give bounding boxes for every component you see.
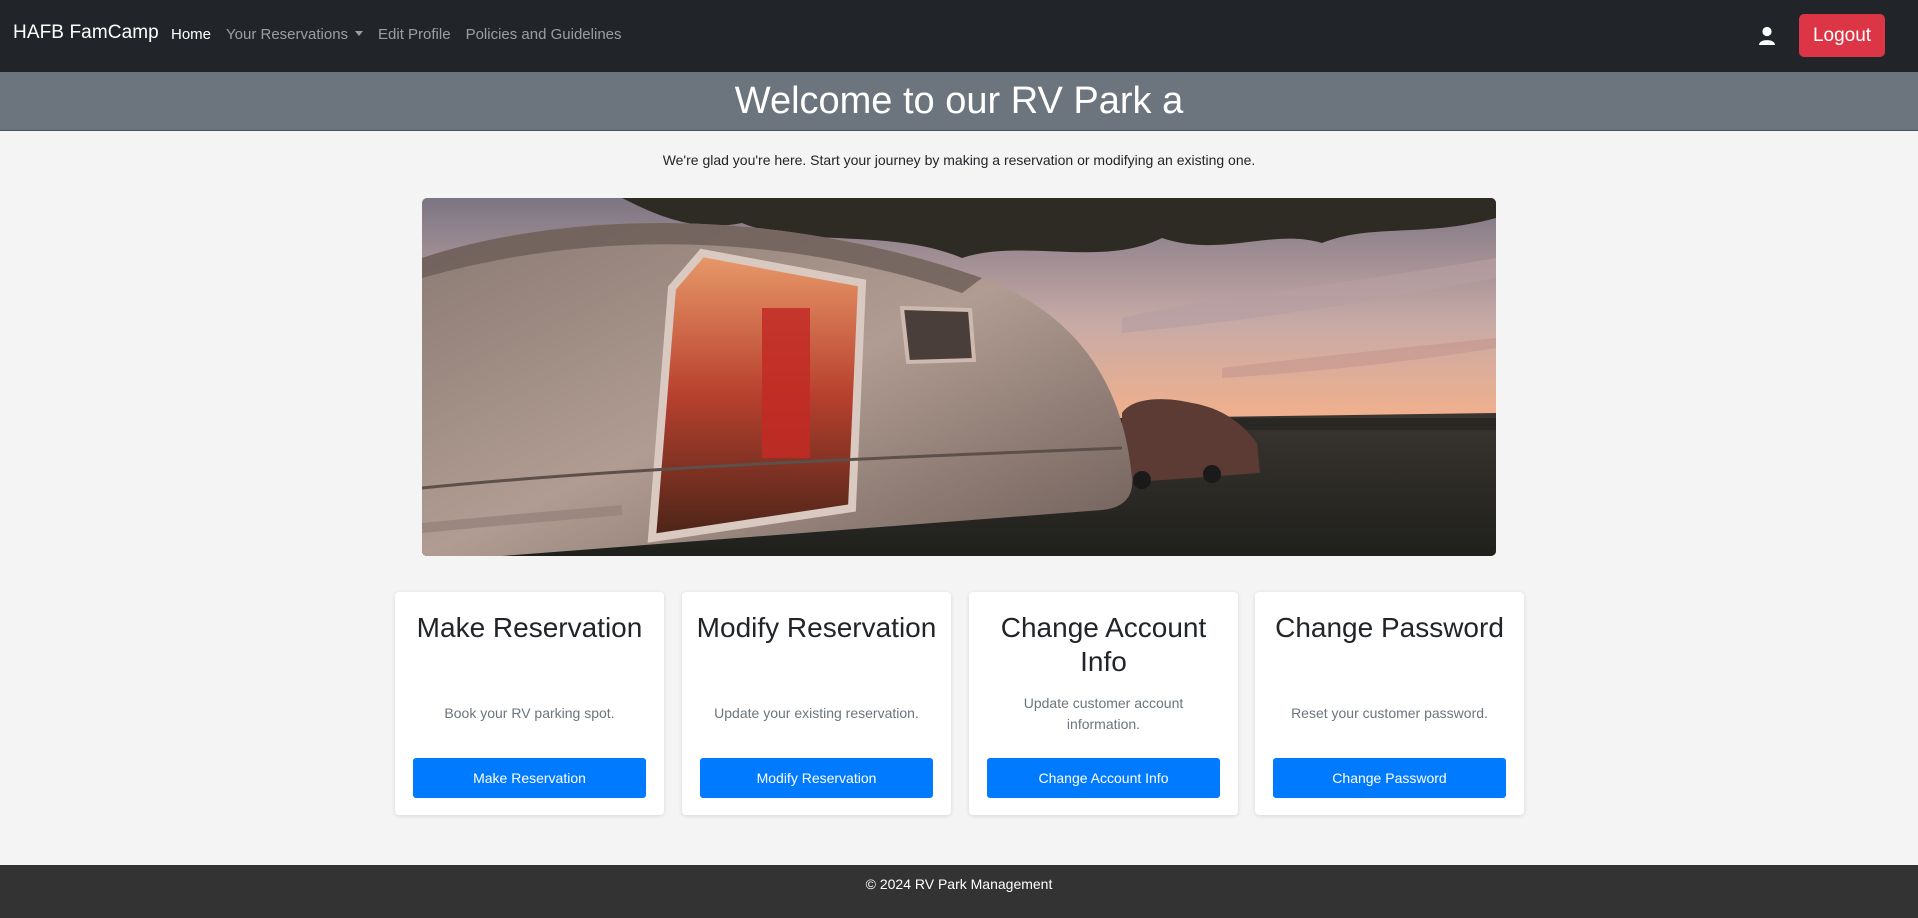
nav-reservations-dropdown[interactable]: Your Reservations [226, 26, 364, 43]
chevron-down-icon [355, 31, 364, 36]
page-footer: © 2024 RV Park Management [0, 865, 1918, 918]
card-text: Reset your customer password. [1291, 705, 1488, 721]
nav-reservations-label: Your Reservations [226, 26, 349, 43]
card-text: Update customer account information. [1023, 695, 1184, 732]
welcome-banner: Welcome to our RV Park a [0, 72, 1918, 131]
rv-hero-image [422, 198, 1496, 556]
make-reservation-card: Make Reservation Book your RV parking sp… [395, 592, 664, 815]
page-title: Welcome to our RV Park a [734, 80, 1184, 122]
change-password-button[interactable]: Change Password [1273, 758, 1506, 798]
change-account-info-card: Change Account Info Update customer acco… [969, 592, 1238, 815]
nav-policies-link[interactable]: Policies and Guidelines [466, 26, 622, 43]
modify-reservation-button[interactable]: Modify Reservation [700, 758, 933, 798]
nav-edit-profile-link[interactable]: Edit Profile [378, 26, 451, 43]
change-password-card: Change Password Reset your customer pass… [1255, 592, 1524, 815]
camper-trailer-image [422, 198, 1496, 556]
card-title: Change Password [1275, 612, 1504, 643]
card-title: Change Account Info [1000, 612, 1207, 677]
card-text: Book your RV parking spot. [444, 705, 615, 721]
logout-button[interactable]: Logout [1799, 14, 1885, 57]
card-title: Modify Reservation [696, 612, 937, 643]
modify-reservation-card: Modify Reservation Update your existing … [682, 592, 951, 815]
brand-link[interactable]: HAFB FamCamp [13, 22, 159, 44]
card-title: Make Reservation [416, 612, 643, 643]
intro-text: We're glad you're here. Start your journ… [662, 152, 1256, 168]
nav-home-link[interactable]: Home [171, 26, 211, 43]
footer-copyright: © 2024 RV Park Management [865, 876, 1053, 892]
change-account-info-button[interactable]: Change Account Info [987, 758, 1220, 798]
user-icon[interactable] [1756, 24, 1778, 48]
top-navbar: HAFB FamCamp Home Your Reservations Edit… [0, 0, 1918, 72]
card-text: Update your existing reservation. [714, 705, 919, 721]
make-reservation-button[interactable]: Make Reservation [413, 758, 646, 798]
nav-links: Home Your Reservations Edit Profile Poli… [171, 26, 637, 43]
